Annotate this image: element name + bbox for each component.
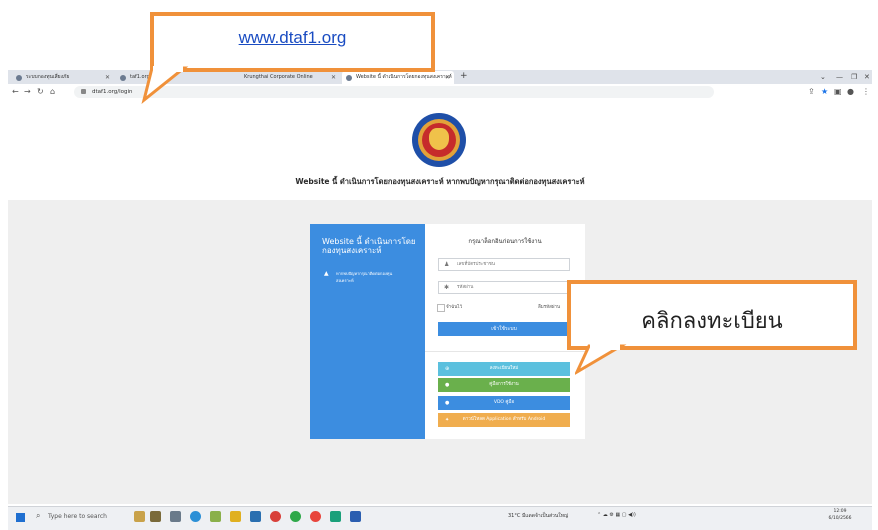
register-label: ลงทะเบียนใหม่: [489, 366, 519, 371]
page-title: Website นี้ ดำเนินการโดยกองทุนสงเคราะห์ …: [295, 177, 585, 186]
system-tray-icons[interactable]: ⌃ ☁ ⚙ ▦ ▢ ◀)): [597, 512, 636, 518]
windows-start-icon[interactable]: [16, 513, 25, 522]
tab-close-icon[interactable]: ✕: [331, 71, 336, 84]
user-icon: ♟: [444, 261, 450, 268]
register-callout-pointer: [575, 344, 627, 375]
app-red-icon[interactable]: [270, 511, 281, 522]
browser-tab-1[interactable]: ระบบกองทุนเสี่ยงภัย ✕: [12, 71, 114, 84]
password-input[interactable]: ✱ รหัสผ่าน: [438, 281, 570, 294]
divider: [425, 351, 585, 352]
reload-icon[interactable]: ↻: [37, 86, 44, 98]
tab-search-icon[interactable]: ⌄: [820, 70, 826, 84]
clock-date: 6/10/2566: [828, 516, 852, 521]
browser-tab-3[interactable]: Krungthai Corporate Online ✕: [230, 71, 340, 84]
url-callout-text: www.dtaf1.org: [238, 28, 347, 47]
forgot-password-link[interactable]: ลืมรหัสผ่าน: [538, 303, 560, 310]
widgets-icon[interactable]: [134, 511, 145, 522]
taskbar-search-placeholder: Type here to search: [48, 513, 107, 520]
profile-avatar-icon[interactable]: ●: [847, 86, 854, 98]
word-icon[interactable]: [350, 511, 361, 522]
plus-circle-icon: ⊕: [445, 366, 450, 372]
taskbar-clock[interactable]: 12:09 6/10/2566: [826, 508, 854, 522]
chrome-icon[interactable]: [310, 511, 321, 522]
tab-close-icon[interactable]: ✕: [445, 71, 450, 84]
tab-close-icon[interactable]: ✕: [105, 71, 110, 84]
register-callout-text: คลิกลงทะเบียน: [641, 309, 783, 334]
url-callout-pointer: [141, 66, 189, 104]
share-icon[interactable]: ⇪: [808, 86, 815, 98]
maximize-icon[interactable]: ❐: [851, 70, 857, 84]
info-panel: [310, 224, 425, 439]
tab-favicon-icon: [120, 75, 126, 81]
address-toolbar: ← → ↻ ⌂ dtaf1.org/login ⇪ ★ ▣ ● ⋮: [8, 84, 872, 101]
tab-favicon-icon: [16, 75, 22, 81]
remember-label: จำฉันไว้: [446, 305, 463, 310]
url-text: dtaf1.org/login: [92, 89, 133, 95]
warning-icon: ▲: [324, 270, 329, 277]
info-panel-note: หากพบปัญหากรุณาติดต่อกองทุนสงเคราะห์: [336, 271, 393, 283]
new-tab-button[interactable]: +: [460, 70, 468, 83]
register-button[interactable]: ⊕ ลงทะเบียนใหม่: [438, 362, 570, 376]
manual-label: คู่มือการใช้งาน: [489, 382, 519, 387]
book-icon: ●: [445, 382, 450, 388]
video-icon: ●: [445, 400, 450, 406]
android-app-label: ดาวน์โหลด Application สำหรับ Android: [462, 417, 546, 422]
lock-icon: [81, 89, 86, 94]
app-green-icon[interactable]: [330, 511, 341, 522]
fund-seal-logo: [412, 113, 466, 167]
bookmark-star-icon[interactable]: ★: [821, 86, 828, 98]
password-placeholder: รหัสผ่าน: [457, 285, 474, 290]
id-card-placeholder: เลขที่บัตรประชาชน: [457, 262, 495, 267]
home-icon[interactable]: ⌂: [50, 86, 55, 98]
clock-time: 12:09: [833, 509, 847, 514]
file-explorer-icon[interactable]: [230, 511, 241, 522]
android-app-button[interactable]: ✦ ดาวน์โหลด Application สำหรับ Android: [438, 413, 570, 427]
back-icon[interactable]: ←: [12, 86, 19, 98]
manual-button[interactable]: ● คู่มือการใช้งาน: [438, 378, 570, 392]
asterisk-icon: ✱: [444, 284, 450, 291]
sidepanel-icon[interactable]: ▣: [834, 86, 842, 98]
menu-icon[interactable]: ⋮: [862, 86, 870, 98]
video-manual-label: VDO คู่มือ: [493, 400, 515, 405]
store-icon[interactable]: [250, 511, 261, 522]
download-icon: ✦: [445, 417, 450, 423]
app-icon[interactable]: [150, 511, 161, 522]
forward-icon[interactable]: →: [24, 86, 31, 98]
tab-label: Website นี้ ดำเนินการโดยกองทุนสงเคราะห์: [356, 74, 452, 80]
remember-checkbox[interactable]: [437, 304, 445, 312]
line-icon[interactable]: [290, 511, 301, 522]
browser-tab-active[interactable]: Website นี้ ดำเนินการโดยกองทุนสงเคราะห์ …: [342, 71, 454, 84]
search-icon: ⌕: [36, 511, 41, 520]
browser-tab-bar: ระบบกองทุนเสี่ยงภัย ✕ taf1.org Krungthai…: [8, 70, 872, 84]
tab-label: ระบบกองทุนเสี่ยงภัย: [26, 74, 70, 80]
minimize-icon[interactable]: —: [836, 70, 843, 84]
info-panel-heading: Website นี้ ดำเนินการโดยกองทุนสงเคราะห์: [322, 237, 416, 255]
login-button[interactable]: เข้าใช้ระบบ: [438, 322, 570, 336]
task-view-icon[interactable]: [170, 511, 181, 522]
pen-app-icon[interactable]: [210, 511, 221, 522]
tab-label: Krungthai Corporate Online: [244, 74, 313, 80]
video-manual-button[interactable]: ● VDO คู่มือ: [438, 396, 570, 410]
close-window-icon[interactable]: ✕: [864, 70, 870, 84]
tab-favicon-icon: [346, 75, 352, 81]
edge-icon[interactable]: [190, 511, 201, 522]
id-card-input[interactable]: ♟ เลขที่บัตรประชาชน: [438, 258, 570, 271]
login-form-title: กรุณาล็อกอินก่อนการใช้งาน: [468, 238, 542, 245]
weather-widget[interactable]: 31°C มีแดดจ้าเป็นส่วนใหญ่: [508, 512, 568, 520]
